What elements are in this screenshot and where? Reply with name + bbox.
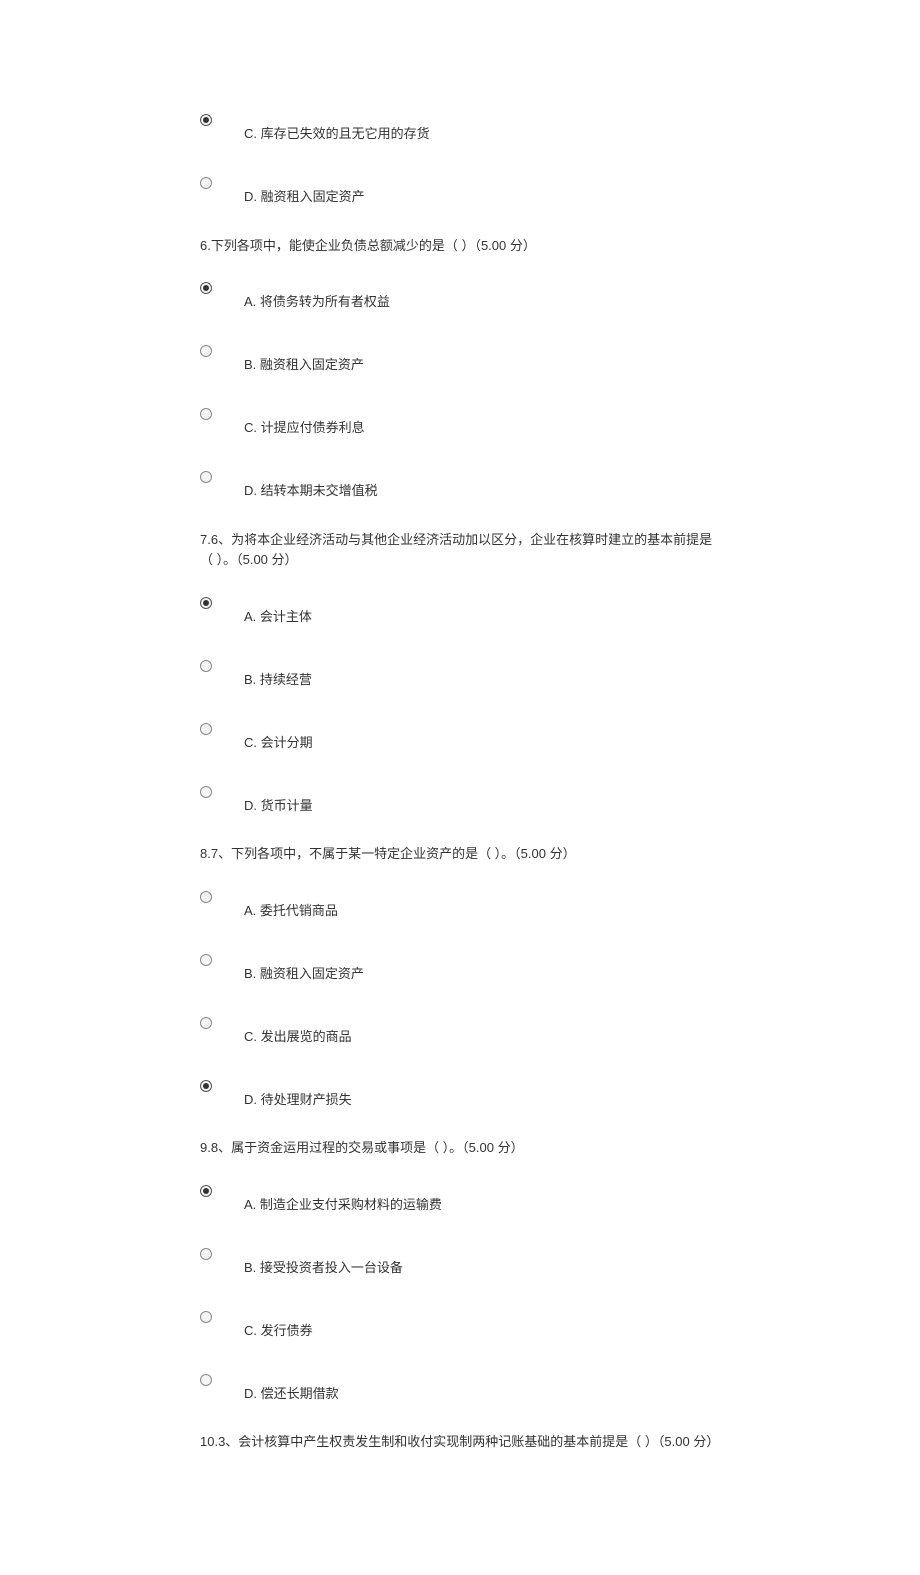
option-label: C. 会计分期 (244, 719, 313, 754)
option-row: A. 委托代销商品 (200, 887, 720, 922)
question-text: 10.3、会计核算中产生权责发生制和收付实现制两种记账基础的基本前提是（ ）（5… (200, 1432, 720, 1453)
radio-selected-icon[interactable] (200, 1183, 214, 1197)
option-row: C. 发出展览的商品 (200, 1013, 720, 1048)
option-row: A. 会计主体 (200, 593, 720, 628)
option-row: D. 货币计量 (200, 782, 720, 817)
option-label: D. 融资租入固定资产 (244, 173, 365, 208)
option-label: C. 库存已失效的且无它用的存货 (244, 110, 430, 145)
radio-unselected-icon[interactable] (200, 175, 214, 189)
quiz-content: C. 库存已失效的且无它用的存货 D. 融资租入固定资产 6.下列各项中，能使企业负… (200, 110, 720, 1453)
option-row: B. 融资租入固定资产 (200, 950, 720, 985)
option-label: C. 发行债券 (244, 1307, 313, 1342)
radio-unselected-icon[interactable] (200, 658, 214, 672)
question-text: 8.7、下列各项中，不属于某一特定企业资产的是（ ）。（5.00 分） (200, 844, 720, 865)
option-row: B. 接受投资者投入一台设备 (200, 1244, 720, 1279)
option-label: A. 制造企业支付采购材料的运输费 (244, 1181, 442, 1216)
option-label: A. 会计主体 (244, 593, 312, 628)
radio-unselected-icon[interactable] (200, 952, 214, 966)
option-label: C. 计提应付债券利息 (244, 404, 365, 439)
question-text: 7.6、为将本企业经济活动与其他企业经济活动加以区分，企业在核算时建立的基本前提… (200, 530, 720, 572)
radio-unselected-icon[interactable] (200, 1015, 214, 1029)
radio-unselected-icon[interactable] (200, 784, 214, 798)
option-label: B. 融资租入固定资产 (244, 950, 364, 985)
radio-unselected-icon[interactable] (200, 721, 214, 735)
option-label: D. 待处理财产损失 (244, 1076, 352, 1111)
option-row: C. 库存已失效的且无它用的存货 (200, 110, 720, 145)
option-label: D. 偿还长期借款 (244, 1370, 339, 1405)
option-row: D. 结转本期未交增值税 (200, 467, 720, 502)
option-label: B. 融资租入固定资产 (244, 341, 364, 376)
radio-selected-icon[interactable] (200, 280, 214, 294)
radio-selected-icon[interactable] (200, 1078, 214, 1092)
option-row: A. 制造企业支付采购材料的运输费 (200, 1181, 720, 1216)
radio-unselected-icon[interactable] (200, 469, 214, 483)
radio-unselected-icon[interactable] (200, 1372, 214, 1386)
radio-unselected-icon[interactable] (200, 1309, 214, 1323)
option-row: C. 会计分期 (200, 719, 720, 754)
option-row: C. 计提应付债券利息 (200, 404, 720, 439)
option-label: C. 发出展览的商品 (244, 1013, 352, 1048)
radio-selected-icon[interactable] (200, 112, 214, 126)
option-row: D. 偿还长期借款 (200, 1370, 720, 1405)
option-label: A. 将债务转为所有者权益 (244, 278, 390, 313)
question-text: 9.8、属于资金运用过程的交易或事项是（ ）。（5.00 分） (200, 1138, 720, 1159)
option-row: B. 持续经营 (200, 656, 720, 691)
option-row: B. 融资租入固定资产 (200, 341, 720, 376)
option-label: D. 货币计量 (244, 782, 313, 817)
option-label: A. 委托代销商品 (244, 887, 338, 922)
option-row: D. 待处理财产损失 (200, 1076, 720, 1111)
option-row: D. 融资租入固定资产 (200, 173, 720, 208)
radio-unselected-icon[interactable] (200, 1246, 214, 1260)
option-label: B. 接受投资者投入一台设备 (244, 1244, 403, 1279)
option-label: B. 持续经营 (244, 656, 312, 691)
option-label: D. 结转本期未交增值税 (244, 467, 378, 502)
radio-selected-icon[interactable] (200, 595, 214, 609)
radio-unselected-icon[interactable] (200, 343, 214, 357)
option-row: A. 将债务转为所有者权益 (200, 278, 720, 313)
radio-unselected-icon[interactable] (200, 406, 214, 420)
question-text: 6.下列各项中，能使企业负债总额减少的是（ ）（5.00 分） (200, 236, 720, 257)
radio-unselected-icon[interactable] (200, 889, 214, 903)
option-row: C. 发行债券 (200, 1307, 720, 1342)
